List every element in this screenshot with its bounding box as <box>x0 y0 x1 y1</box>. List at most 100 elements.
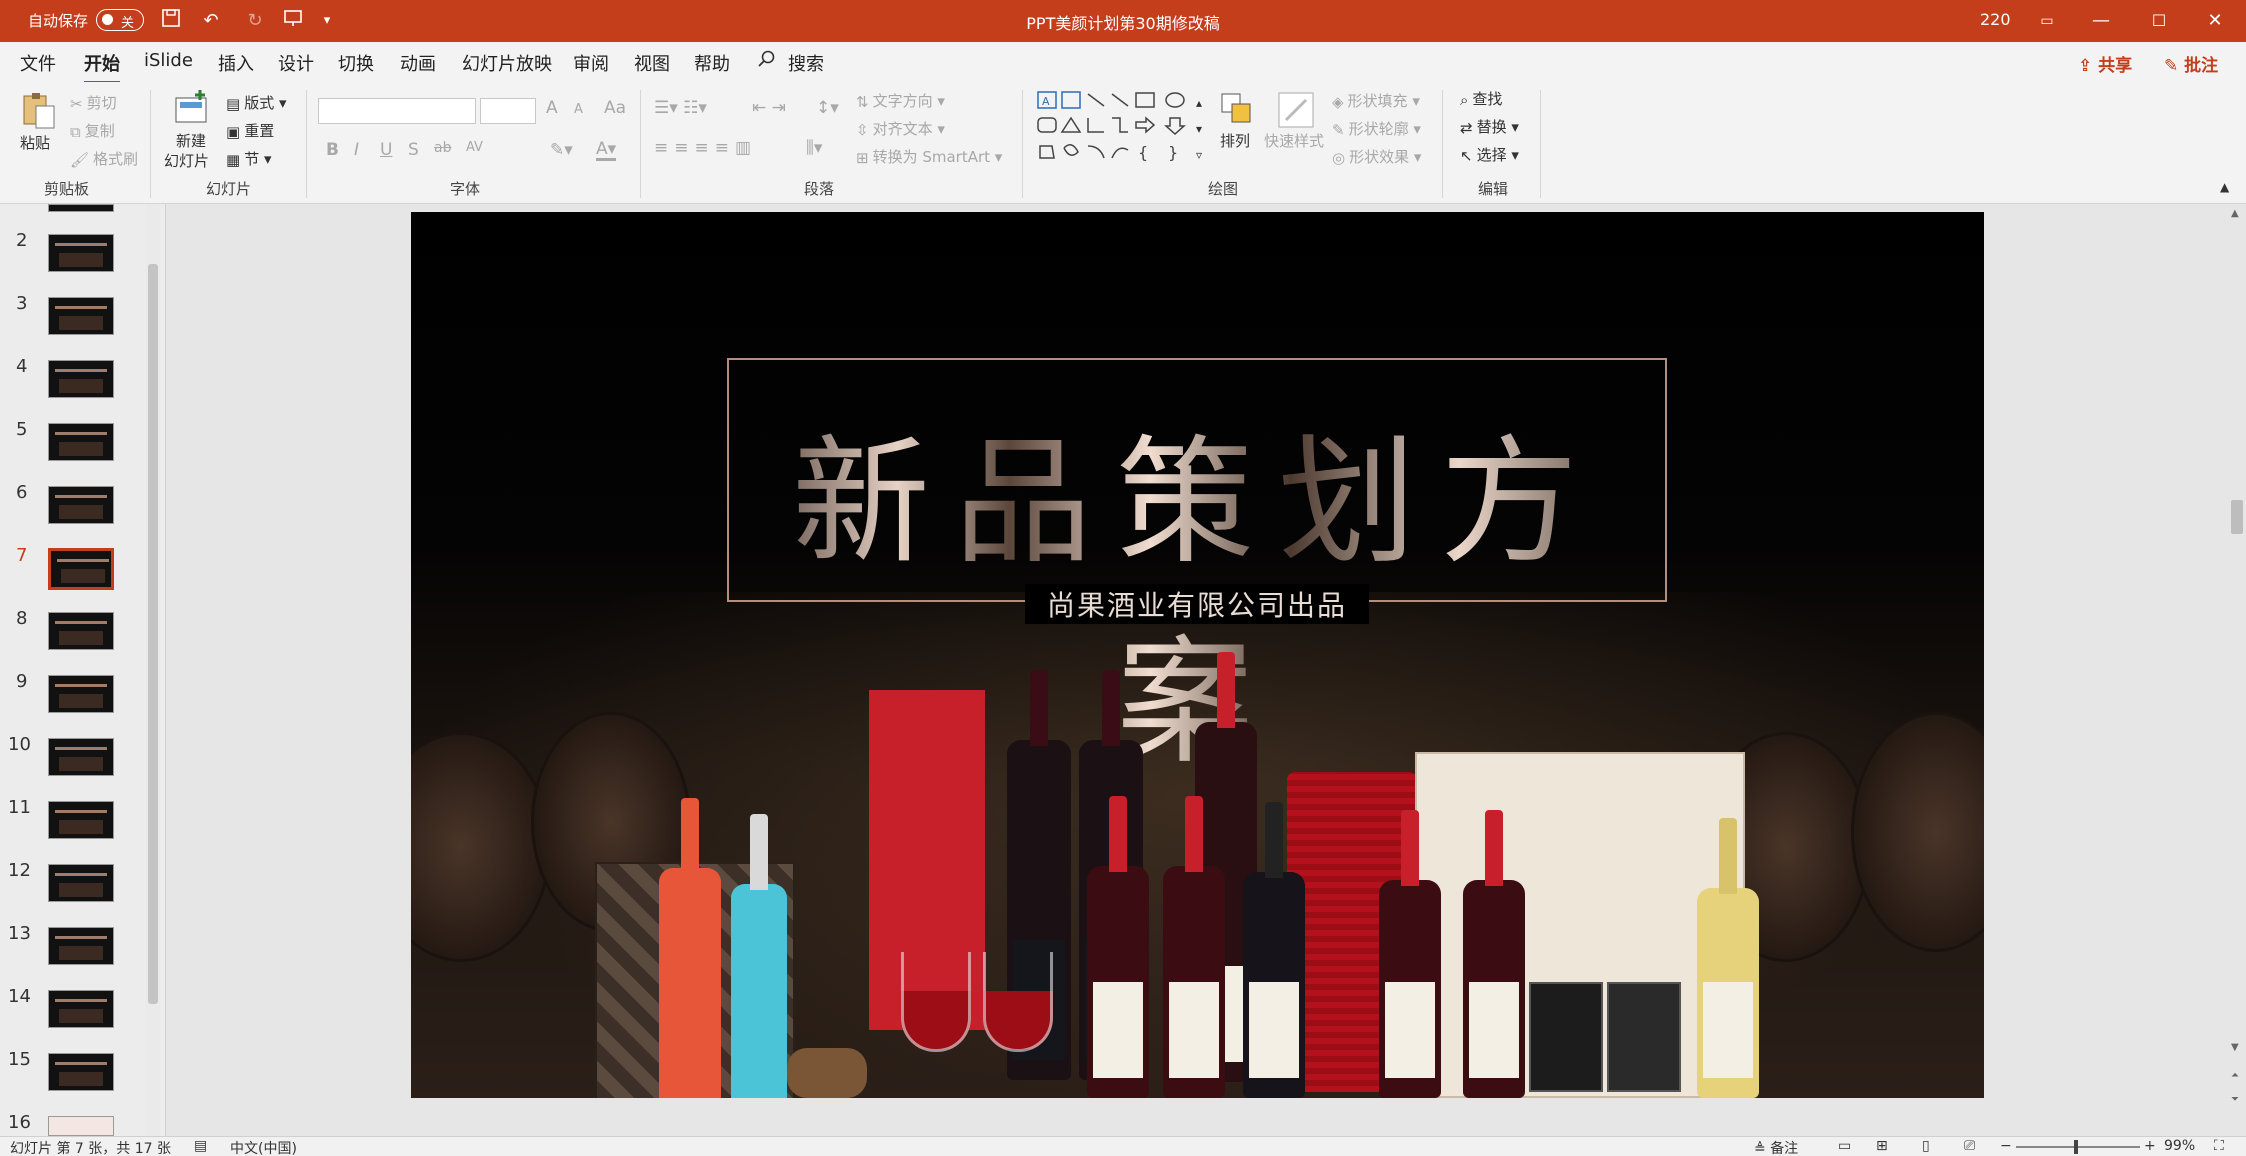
maximize-icon[interactable]: ☐ <box>2144 6 2174 36</box>
slide-subtitle[interactable]: 尚果酒业有限公司出品 <box>1024 584 1369 624</box>
normal-view-icon[interactable]: ▭ <box>1838 1138 1851 1154</box>
slide-thumbnail[interactable] <box>48 360 114 398</box>
slide-thumbnail[interactable] <box>48 738 114 776</box>
arrange-icon[interactable] <box>1218 90 1258 130</box>
shadow-button[interactable]: ab <box>434 140 451 156</box>
columns-icon[interactable]: ⫼▾ <box>806 138 822 158</box>
smartart-button[interactable]: ⊞ 转换为 SmartArt ▾ <box>856 146 1002 167</box>
paste-button[interactable]: 粘贴 <box>20 132 50 153</box>
search-icon[interactable] <box>758 50 776 73</box>
zoom-slider[interactable] <box>2016 1140 2140 1154</box>
collapse-ribbon-icon[interactable]: ▲ <box>2220 180 2229 194</box>
shape-fill-button[interactable]: ◈ 形状填充 ▾ <box>1332 90 1420 111</box>
font-size-box[interactable] <box>480 98 536 124</box>
close-icon[interactable]: ✕ <box>2200 6 2230 36</box>
highlight-icon[interactable]: ✎▾ <box>550 140 573 160</box>
comments-button[interactable]: ✎ 批注 <box>2164 51 2218 76</box>
font-name-box[interactable] <box>318 98 476 124</box>
indent-icon[interactable]: ⇤ ⇥ <box>752 98 786 118</box>
zoom-in-icon[interactable]: + <box>2144 1138 2156 1154</box>
zoom-slider-handle[interactable] <box>2074 1140 2078 1154</box>
scroll-down-icon[interactable]: ▼ <box>2231 1042 2239 1053</box>
slide-thumbnail[interactable] <box>48 612 114 650</box>
shapes-gallery[interactable]: A { } <box>1034 88 1204 172</box>
char-spacing-button[interactable]: AV <box>466 140 483 155</box>
slide-thumbnail[interactable] <box>48 675 114 713</box>
slide-thumbnail[interactable] <box>48 864 114 902</box>
reading-view-icon[interactable]: ▯ <box>1922 1138 1930 1154</box>
slideshow-view-icon[interactable]: ⎚ <box>1964 1138 1975 1154</box>
text-direction-button[interactable]: ⇅ 文字方向 ▾ <box>856 90 945 111</box>
slide-thumbnail[interactable] <box>48 1116 114 1136</box>
gallery-scroll-icon[interactable]: ▴ ▾ ▿ <box>1196 90 1202 168</box>
ribbon-display-icon[interactable]: ▭ <box>2032 6 2062 36</box>
clear-format-button[interactable]: Aa <box>604 98 626 118</box>
arrange-button[interactable]: 排列 <box>1220 130 1250 151</box>
slide-thumbnail[interactable] <box>48 990 114 1028</box>
tab-islide[interactable]: iSlide <box>144 50 193 71</box>
line-spacing-icon[interactable]: ↕▾ <box>816 98 839 118</box>
language-indicator[interactable]: 中文(中国) <box>230 1138 297 1156</box>
accessibility-icon[interactable]: ▤ <box>194 1138 207 1154</box>
tab-design[interactable]: 设计 <box>278 50 314 76</box>
font-color-icon[interactable]: A▾ <box>596 140 617 161</box>
shape-effects-button[interactable]: ◎ 形状效果 ▾ <box>1332 146 1421 167</box>
bullets-icon[interactable]: ☰▾ ☷▾ <box>654 98 707 118</box>
copy-button[interactable]: ⧉ 复制 <box>70 120 115 141</box>
slide-thumbnail-partial[interactable] <box>48 204 114 212</box>
cut-button[interactable]: ✂ 剪切 <box>70 92 117 113</box>
italic-button[interactable]: I <box>354 140 359 160</box>
slide-thumbnail[interactable] <box>48 1053 114 1091</box>
quick-styles-button[interactable]: 快速样式 <box>1264 130 1324 151</box>
notes-button[interactable]: ≜ 备注 <box>1754 1138 1798 1156</box>
tab-review[interactable]: 审阅 <box>573 50 609 76</box>
zoom-out-icon[interactable]: − <box>2000 1138 2012 1154</box>
slide-scrollbar[interactable]: ▲ ▼ ⏶ ⏷ <box>2228 204 2246 1136</box>
slide-thumbnail[interactable] <box>48 423 114 461</box>
bold-button[interactable]: B <box>326 140 339 160</box>
zoom-level[interactable]: 99% <box>2164 1138 2195 1154</box>
new-slide-icon[interactable] <box>172 88 212 128</box>
thumbnail-scrollbar[interactable] <box>146 204 160 1136</box>
tab-view[interactable]: 视图 <box>634 50 670 76</box>
scroll-up-icon[interactable]: ▲ <box>2231 208 2239 219</box>
tab-help[interactable]: 帮助 <box>694 50 730 76</box>
quick-styles-icon[interactable] <box>1276 90 1316 130</box>
minimize-icon[interactable]: — <box>2086 6 2116 36</box>
section-button[interactable]: ▦ 节 ▾ <box>226 148 272 169</box>
tab-file[interactable]: 文件 <box>20 50 56 76</box>
slide-thumbnail[interactable] <box>48 234 114 272</box>
select-button[interactable]: ↖ 选择 ▾ <box>1460 144 1519 165</box>
format-painter-button[interactable]: 🖌 格式刷 <box>70 148 138 169</box>
slide-thumbnail[interactable] <box>48 486 114 524</box>
next-slide-icon[interactable]: ⏷ <box>2231 1094 2239 1105</box>
tab-insert[interactable]: 插入 <box>218 50 254 76</box>
new-slide-line2[interactable]: 幻灯片 <box>164 150 209 171</box>
find-button[interactable]: ⌕ 查找 <box>1460 88 1502 109</box>
tab-animations[interactable]: 动画 <box>400 50 436 76</box>
layout-button[interactable]: ▤ 版式 ▾ <box>226 92 287 113</box>
new-slide-line1[interactable]: 新建 <box>176 130 206 151</box>
slide-thumbnail[interactable] <box>48 927 114 965</box>
align-text-button[interactable]: ⇳ 对齐文本 ▾ <box>856 118 945 139</box>
slide-scroll-thumb[interactable] <box>2231 500 2243 534</box>
shrink-font-button[interactable]: A <box>574 102 583 117</box>
grow-font-button[interactable]: A <box>546 98 558 118</box>
underline-button[interactable]: U <box>380 140 392 160</box>
tab-transitions[interactable]: 切换 <box>338 50 374 76</box>
slide-thumbnail-active[interactable] <box>48 548 114 590</box>
alignment-icons[interactable]: ≡≡≡≡▥ <box>654 138 757 158</box>
tab-slideshow[interactable]: 幻灯片放映 <box>462 50 552 76</box>
paste-icon[interactable] <box>18 90 58 130</box>
share-button[interactable]: ⇪ 共享 <box>2078 51 2132 76</box>
slide-thumbnail[interactable] <box>48 801 114 839</box>
slide-canvas[interactable]: 新品策划方案 尚果酒业有限公司出品 <box>411 212 1984 1098</box>
search-label[interactable]: 搜索 <box>788 50 824 76</box>
title-frame[interactable]: 新品策划方案 尚果酒业有限公司出品 <box>727 358 1667 783</box>
replace-button[interactable]: ⇄ 替换 ▾ <box>1460 116 1519 137</box>
slide-thumbnail[interactable] <box>48 297 114 335</box>
reset-button[interactable]: ▣ 重置 <box>226 120 274 141</box>
shape-outline-button[interactable]: ✎ 形状轮廓 ▾ <box>1332 118 1421 139</box>
fit-to-window-icon[interactable]: ⛶ <box>2214 1138 2224 1154</box>
slide-sorter-icon[interactable]: ⊞ <box>1876 1138 1888 1154</box>
